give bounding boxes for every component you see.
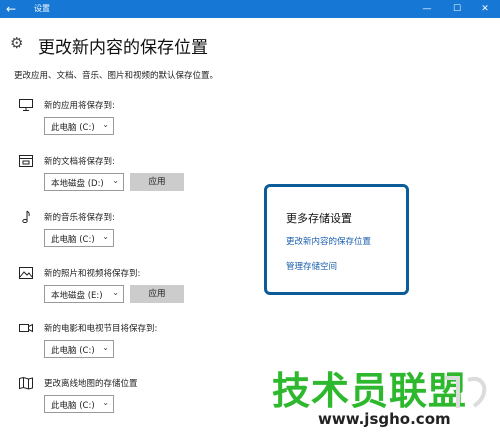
more-storage-settings-title: 更多存储设置: [286, 212, 352, 225]
chevron-down-icon: ⌄: [112, 288, 119, 297]
movies-location-select[interactable]: 此电脑 (C:) ⌄: [44, 340, 114, 358]
chevron-down-icon: ⌄: [102, 398, 109, 407]
title-bar: ← 设置 — ☐ ✕: [0, 0, 500, 18]
watermark-ghost-mark: [445, 376, 487, 408]
gear-icon: ⚙: [10, 34, 24, 52]
movies-location-value: 此电脑 (C:): [51, 346, 95, 356]
close-icon[interactable]: ✕: [472, 0, 498, 18]
apps-location-select[interactable]: 此电脑 (C:) ⌄: [44, 117, 114, 135]
documents-location-select[interactable]: 本地磁盘 (D:) ⌄: [44, 173, 124, 191]
photos-apply-button[interactable]: 应用: [130, 285, 184, 303]
music-location-select[interactable]: 此电脑 (C:) ⌄: [44, 229, 114, 247]
watermark-logo-text: 技术员联盟: [272, 369, 468, 413]
chevron-down-icon: ⌄: [102, 120, 109, 129]
maps-location-value: 此电脑 (C:): [51, 401, 95, 411]
picture-icon: [16, 266, 36, 282]
apps-location-value: 此电脑 (C:): [51, 123, 95, 133]
music-location-value: 此电脑 (C:): [51, 235, 95, 245]
documents-apply-button[interactable]: 应用: [130, 173, 184, 191]
documents-location-value: 本地磁盘 (D:): [51, 179, 104, 189]
photos-location-value: 本地磁盘 (E:): [51, 291, 103, 301]
apps-save-label: 新的应用将保存到:: [44, 101, 115, 111]
document-folder-icon: [16, 154, 36, 170]
maximize-icon[interactable]: ☐: [444, 0, 470, 18]
maps-save-label: 更改离线地图的存储位置: [44, 379, 138, 389]
music-save-label: 新的音乐将保存到:: [44, 213, 115, 223]
photos-location-select[interactable]: 本地磁盘 (E:) ⌄: [44, 285, 124, 303]
change-save-location-link[interactable]: 更改新内容的保存位置: [286, 235, 371, 247]
documents-save-label: 新的文档将保存到:: [44, 157, 115, 167]
back-arrow-icon[interactable]: ←: [6, 1, 16, 17]
watermark-url: www.jsgho.com: [318, 410, 451, 428]
chevron-down-icon: ⌄: [102, 232, 109, 241]
photos-save-label: 新的照片和视频将保存到:: [44, 269, 141, 279]
minimize-icon[interactable]: —: [414, 0, 440, 18]
window-title: 设置: [34, 4, 50, 13]
monitor-icon: [16, 98, 36, 114]
video-camera-icon: [16, 321, 36, 337]
page-title: 更改新内容的保存位置: [38, 38, 208, 58]
map-icon: [16, 376, 36, 392]
music-note-icon: [16, 210, 36, 226]
movies-save-label: 新的电影和电视节目将保存到:: [44, 324, 158, 334]
chevron-down-icon: ⌄: [102, 343, 109, 352]
more-storage-settings-panel: 更多存储设置 更改新内容的保存位置 管理存储空间: [264, 184, 409, 295]
maps-location-select[interactable]: 此电脑 (C:) ⌄: [44, 395, 114, 413]
manage-storage-link[interactable]: 管理存储空间: [286, 260, 337, 272]
chevron-down-icon: ⌄: [112, 176, 119, 185]
page-description: 更改应用、文档、音乐、图片和视频的默认保存位置。: [14, 71, 219, 81]
